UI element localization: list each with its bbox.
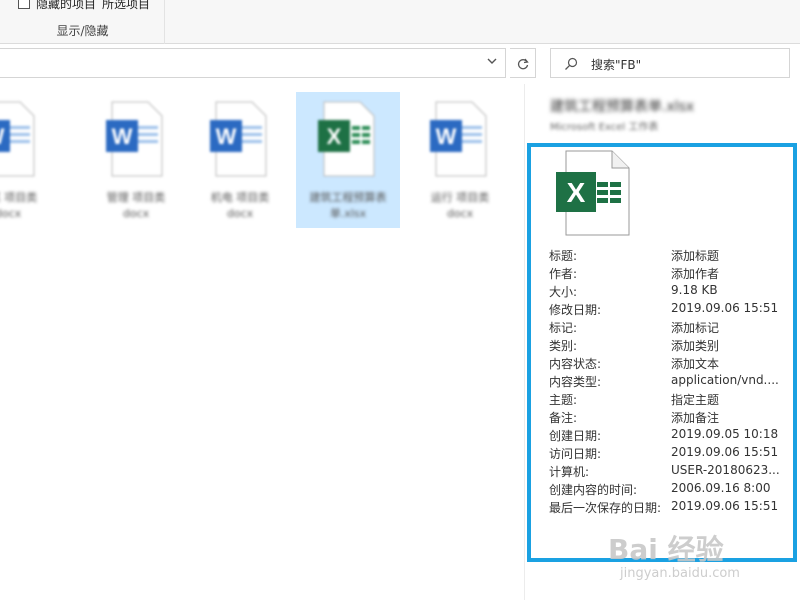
- address-bar[interactable]: [0, 48, 506, 78]
- prop-key: 最后一次保存的日期:: [549, 501, 662, 515]
- file-name: 某某 项目类: [0, 191, 38, 204]
- prop-key: 备注:: [549, 411, 578, 425]
- ribbon-group-label: 显示/隐藏: [56, 24, 109, 38]
- file-name: 机电 项目类: [210, 191, 270, 204]
- svg-text:X: X: [567, 177, 586, 208]
- prop-row-content-created: 创建内容的时间: 2006.09.16 8:00: [549, 481, 789, 499]
- prop-row-category: 类别: 添加类别: [549, 337, 789, 355]
- watermark-url: jingyan.baidu.com: [620, 566, 740, 581]
- file-item-3[interactable]: W 机电 项目类 docx: [188, 92, 292, 228]
- prop-value-category[interactable]: 添加类别: [671, 337, 783, 354]
- word-document-icon: W: [430, 101, 487, 177]
- prop-value-tags[interactable]: 添加标记: [671, 319, 783, 336]
- prop-value-comments[interactable]: 添加备注: [671, 409, 783, 426]
- search-placeholder: 搜索"FB": [591, 58, 642, 72]
- hide-selected-button[interactable]: 所选项目: [102, 0, 150, 12]
- file-list[interactable]: W 某某 项目类 docx W 管理 项目类 docx W 机电 项目类 docx X: [0, 84, 520, 600]
- prop-value-size: 9.18 KB: [671, 283, 718, 297]
- hidden-items-checkbox[interactable]: [18, 0, 30, 9]
- svg-text:W: W: [436, 124, 457, 149]
- file-name: 运行 项目类: [430, 191, 490, 204]
- hidden-items-label[interactable]: 隐藏的项目: [36, 0, 96, 12]
- refresh-button[interactable]: [510, 48, 536, 78]
- prop-value-modified: 2019.09.06 15:51: [671, 301, 779, 315]
- svg-text:W: W: [216, 124, 237, 149]
- prop-value-title[interactable]: 添加标题: [671, 247, 783, 264]
- file-ext: docx: [446, 207, 474, 220]
- word-document-icon: W: [0, 101, 35, 177]
- prop-key: 内容状态:: [549, 357, 602, 371]
- watermark-logo: Bai 经验: [608, 533, 724, 566]
- prop-key: 修改日期:: [549, 303, 602, 317]
- prop-row-last-saved: 最后一次保存的日期: 2019.09.06 15:51: [549, 499, 789, 517]
- show-hide-group: 隐藏的项目 所选项目 显示/隐藏: [0, 0, 165, 44]
- prop-row-content-type: 内容类型: application/vnd....: [549, 373, 789, 391]
- file-properties: 标题: 添加标题 作者: 添加作者 大小: 9.18 KB 修改日期: 2019.09.…: [549, 247, 789, 517]
- prop-row-comments: 备注: 添加备注: [549, 409, 789, 427]
- word-document-icon: W: [106, 101, 163, 177]
- search-icon: [565, 57, 578, 70]
- file-ext: docx: [0, 207, 22, 220]
- word-document-icon: W: [210, 101, 267, 177]
- prop-row-content-status: 内容状态: 添加文本: [549, 355, 789, 373]
- file-ext: docx: [226, 207, 254, 220]
- prop-key: 标题:: [549, 249, 578, 263]
- prop-key: 创建日期:: [549, 429, 602, 443]
- prop-value-created: 2019.09.05 10:18: [671, 427, 779, 441]
- preview-file-name: 建筑工程预算表单.xlsx: [550, 99, 695, 115]
- excel-document-icon: X: [318, 101, 375, 177]
- prop-row-accessed: 访问日期: 2019.09.06 15:51: [549, 445, 789, 463]
- prop-row-created: 创建日期: 2019.09.05 10:18: [549, 427, 789, 445]
- excel-file-icon: X: [556, 150, 630, 236]
- file-ext: 单.xlsx: [329, 207, 367, 220]
- file-item-1[interactable]: W 某某 项目类 docx: [0, 92, 60, 228]
- details-pane-divider[interactable]: [524, 84, 525, 600]
- prop-value-last-saved: 2019.09.06 15:51: [671, 499, 779, 513]
- search-input[interactable]: 搜索"FB": [550, 48, 790, 78]
- file-ext: docx: [122, 207, 150, 220]
- svg-text:W: W: [112, 124, 133, 149]
- prop-key: 类别:: [549, 339, 578, 353]
- file-item-2[interactable]: W 管理 项目类 docx: [84, 92, 188, 228]
- file-name: 建筑工程预算表: [309, 191, 387, 204]
- hidden-items-row[interactable]: 隐藏的项目 所选项目: [18, 0, 150, 12]
- prop-key: 标记:: [549, 321, 578, 335]
- prop-key: 访问日期:: [549, 447, 602, 461]
- file-item-4-selected[interactable]: X 建筑工程预算表 单.xlsx: [296, 92, 400, 228]
- prop-row-computer: 计算机: USER-20180623...: [549, 463, 789, 481]
- prop-row-subject: 主题: 指定主题: [549, 391, 789, 409]
- prop-value-content-created: 2006.09.16 8:00: [671, 481, 771, 495]
- prop-key: 大小:: [549, 285, 578, 299]
- prop-key: 主题:: [549, 393, 578, 407]
- prop-key: 创建内容的时间:: [549, 483, 638, 497]
- prop-row-tags: 标记: 添加标记: [549, 319, 789, 337]
- file-name: 管理 项目类: [106, 191, 166, 204]
- file-item-5[interactable]: W 运行 项目类 docx: [408, 92, 512, 228]
- svg-text:W: W: [0, 124, 5, 149]
- prop-key: 作者:: [549, 267, 578, 281]
- ribbon: 隐藏的项目 所选项目 显示/隐藏: [0, 0, 800, 44]
- prop-value-content-status[interactable]: 添加文本: [671, 355, 783, 372]
- prop-row-modified: 修改日期: 2019.09.06 15:51: [549, 301, 789, 319]
- prop-value-subject[interactable]: 指定主题: [671, 391, 783, 408]
- prop-key: 内容类型:: [549, 375, 602, 389]
- prop-value-author[interactable]: 添加作者: [671, 265, 783, 282]
- prop-key: 计算机:: [549, 465, 590, 479]
- svg-text:X: X: [327, 124, 342, 149]
- prop-value-content-type: application/vnd....: [671, 373, 779, 387]
- preview-file-type: Microsoft Excel 工作表: [550, 122, 659, 133]
- prop-row-title: 标题: 添加标题: [549, 247, 789, 265]
- prop-row-author: 作者: 添加作者: [549, 265, 789, 283]
- prop-value-accessed: 2019.09.06 15:51: [671, 445, 779, 459]
- prop-value-computer: USER-20180623...: [671, 463, 780, 477]
- address-row: 搜索"FB": [0, 48, 800, 80]
- chevron-down-icon[interactable]: [485, 55, 499, 69]
- prop-row-size: 大小: 9.18 KB: [549, 283, 789, 301]
- refresh-icon: [517, 58, 529, 70]
